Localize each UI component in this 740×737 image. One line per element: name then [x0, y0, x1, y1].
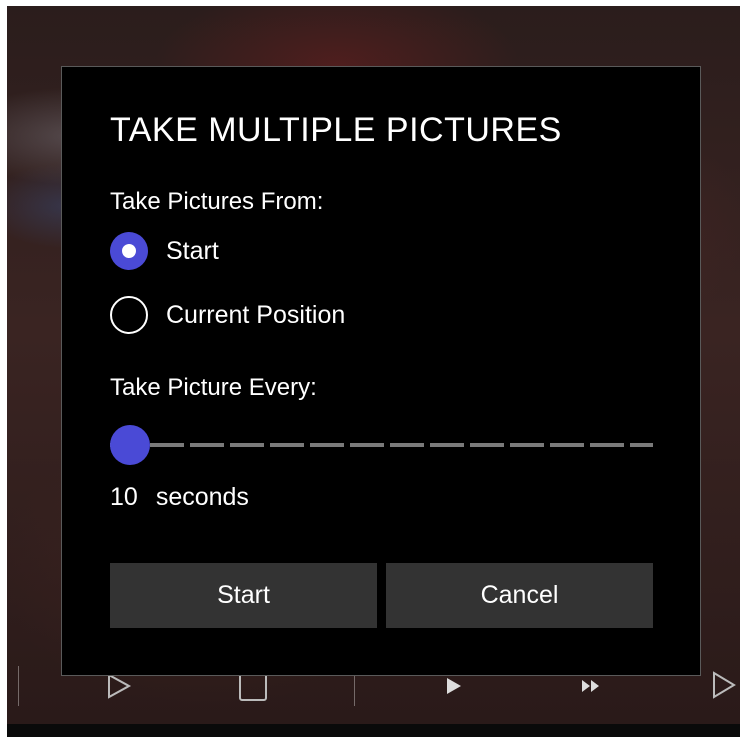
stop-icon[interactable] — [238, 672, 268, 707]
interval-slider[interactable] — [110, 425, 653, 465]
controls-divider — [18, 666, 19, 706]
slider-track[interactable] — [110, 443, 653, 447]
slider-thumb[interactable] — [110, 425, 150, 465]
radio-option-start[interactable]: Start — [110, 231, 219, 271]
cancel-button[interactable]: Cancel — [386, 563, 653, 628]
play-outline-icon[interactable] — [105, 672, 133, 705]
dialog-title: TAKE MULTIPLE PICTURES — [110, 111, 562, 149]
radio-checked-icon[interactable] — [110, 232, 148, 270]
next-outline-icon[interactable] — [711, 670, 737, 705]
fast-forward-icon[interactable] — [581, 679, 601, 698]
radio-unchecked-icon[interactable] — [110, 296, 148, 334]
interval-value-display: 10 seconds — [110, 483, 249, 512]
take-picture-every-label: Take Picture Every: — [110, 374, 317, 401]
radio-option-current-position[interactable]: Current Position — [110, 295, 345, 335]
interval-unit: seconds — [155, 483, 249, 511]
bottom-strip — [7, 724, 740, 737]
interval-value: 10 — [110, 483, 138, 511]
play-icon[interactable] — [446, 677, 462, 700]
take-pictures-from-label: Take Pictures From: — [110, 188, 324, 215]
take-multiple-pictures-dialog: TAKE MULTIPLE PICTURES Take Pictures Fro… — [61, 66, 701, 676]
start-button[interactable]: Start — [110, 563, 377, 628]
radio-option-label: Current Position — [166, 300, 346, 329]
radio-option-label: Start — [166, 236, 219, 265]
